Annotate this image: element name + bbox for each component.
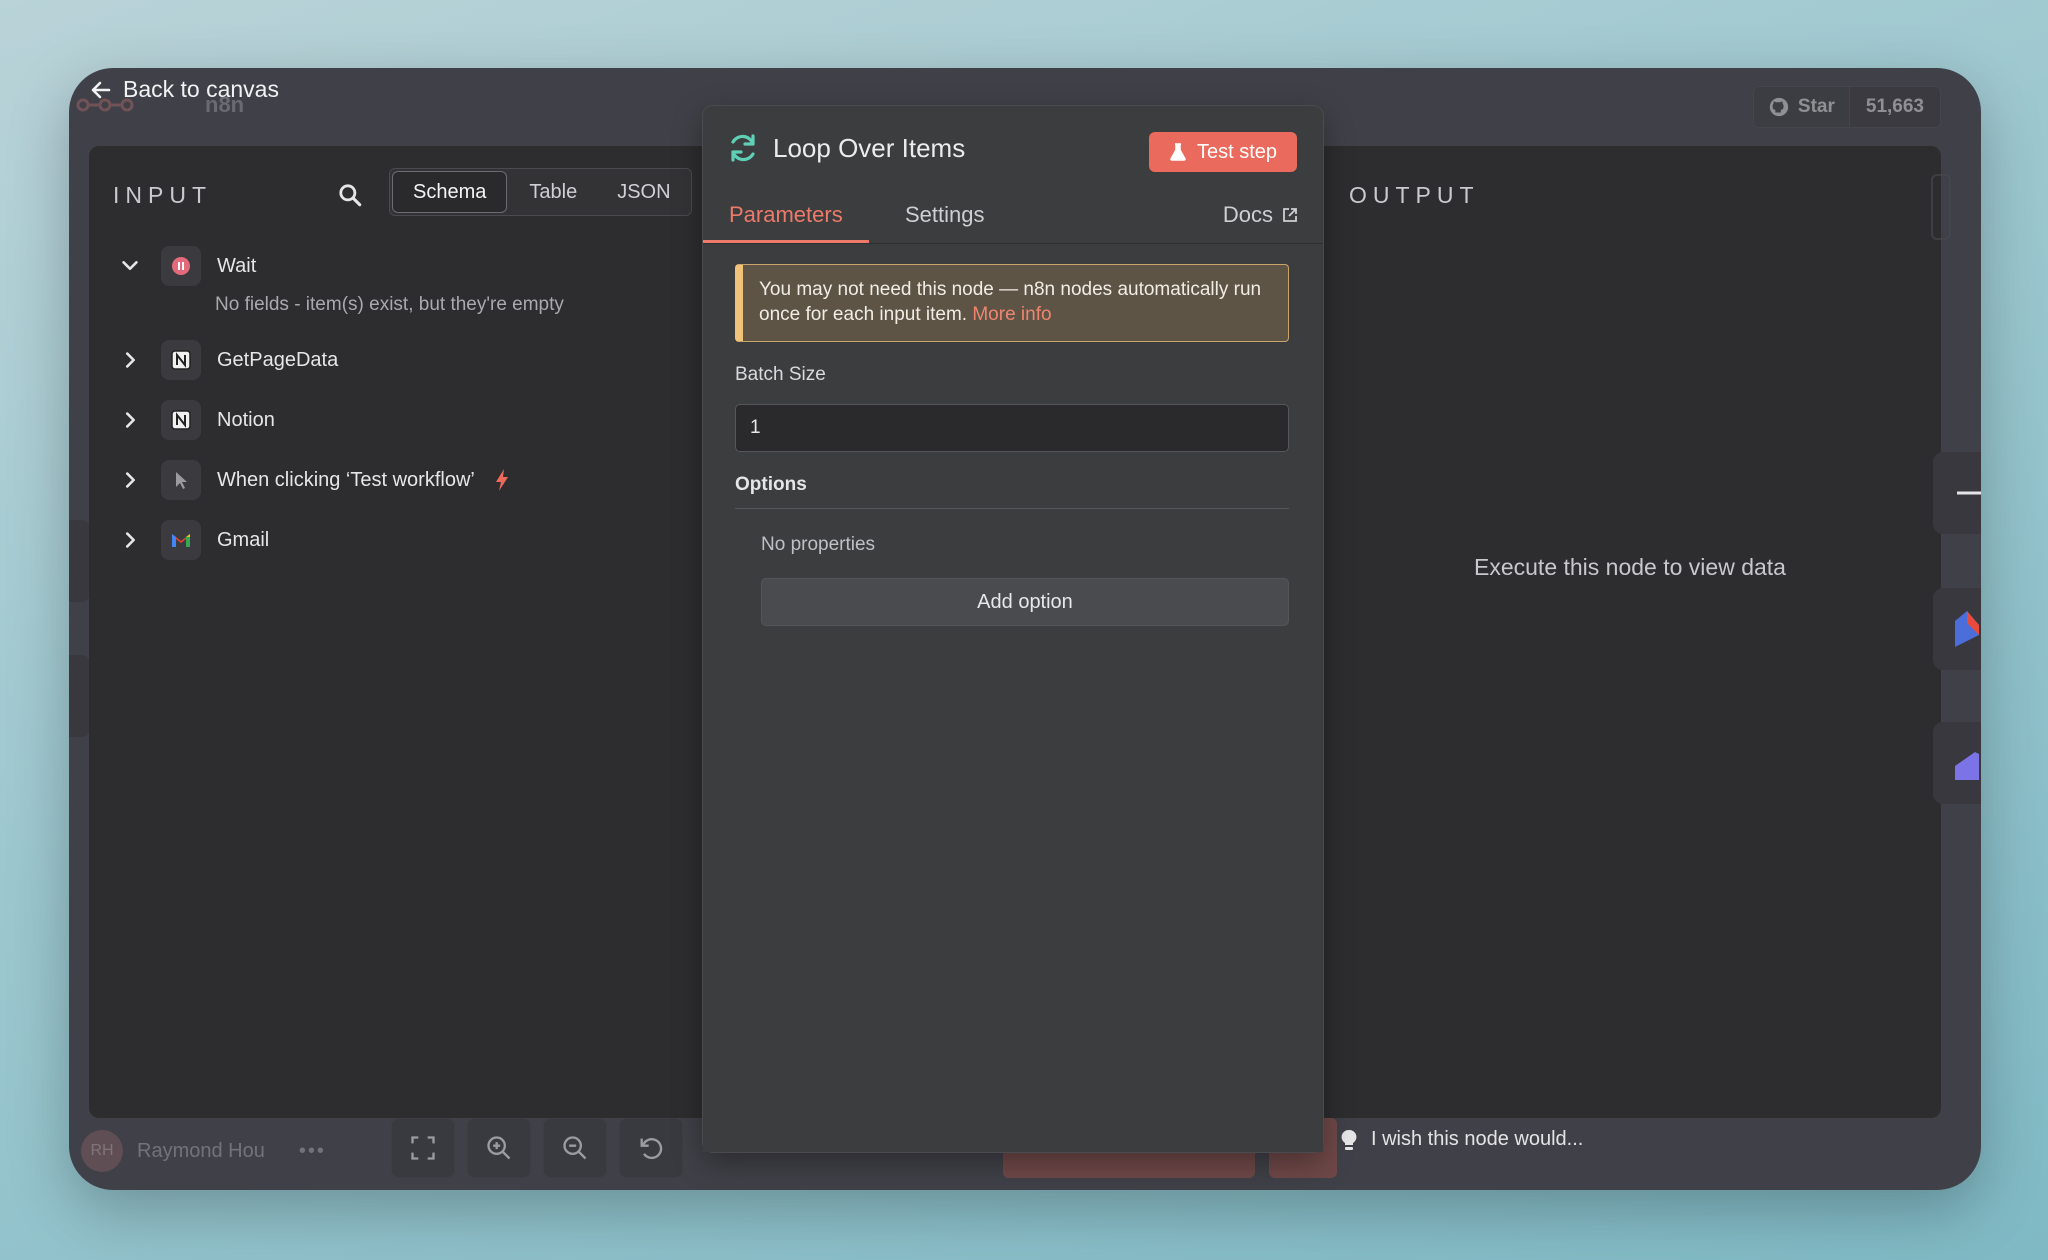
output-empty-message: Execute this node to view data (1474, 554, 1786, 580)
zoom-in-button[interactable] (467, 1118, 531, 1178)
ndv-window: n8n Back to canvas Star 51,663 INPUT Sch… (69, 68, 1981, 1190)
tree-node-gmail[interactable]: Gmail (119, 520, 699, 560)
chevron-right-icon[interactable] (119, 529, 141, 551)
options-label: Options (735, 474, 807, 495)
output-edge-handle (1931, 174, 1951, 240)
notion-icon (161, 400, 201, 440)
node-label: Notion (217, 408, 275, 431)
parameters-body: You may not need this node — n8n nodes a… (703, 244, 1323, 1152)
chevron-down-icon[interactable] (119, 255, 141, 277)
input-panel-title: INPUT (113, 182, 212, 208)
user-menu[interactable]: RH Raymond Hou ••• (81, 1130, 326, 1172)
node-parameters-modal: Loop Over Items Test step Parameters Set… (703, 106, 1323, 1152)
test-step-label: Test step (1196, 140, 1277, 163)
add-option-button[interactable]: Add option (761, 578, 1289, 626)
user-name: Raymond Hou (137, 1139, 265, 1162)
left-edge-handle (69, 520, 91, 602)
feedback-link[interactable]: I wish this node would... (1341, 1128, 1583, 1151)
tab-json[interactable]: JSON (597, 169, 690, 215)
output-panel: OUTPUT Execute this node to view data (1319, 146, 1951, 1118)
node-label: Wait (217, 254, 257, 277)
node-label: Gmail (217, 528, 270, 551)
node-label: When clicking ‘Test workflow’ (217, 468, 475, 491)
zoom-to-fit-button[interactable] (391, 1118, 455, 1178)
batch-size-input[interactable] (735, 404, 1289, 452)
notion-icon (161, 340, 201, 380)
options-divider (735, 508, 1289, 509)
loop-notice-banner: You may not need this node — n8n nodes a… (735, 264, 1289, 342)
pause-icon (161, 246, 201, 286)
undo-icon (640, 1138, 663, 1160)
feedback-text: I wish this node would... (1371, 1128, 1584, 1150)
reset-zoom-button[interactable] (619, 1118, 683, 1178)
back-to-canvas-link[interactable]: Back to canvas (89, 76, 279, 103)
empty-fields-note: No fields - item(s) exist, but they're e… (215, 294, 564, 315)
back-label: Back to canvas (123, 76, 279, 102)
github-icon (1769, 97, 1789, 117)
pointer-icon (161, 460, 201, 500)
input-view-tabs: Schema Table JSON (389, 168, 692, 216)
tree-node-manual-trigger[interactable]: When clicking ‘Test workflow’ (119, 460, 699, 500)
test-step-button[interactable]: Test step (1148, 132, 1297, 172)
plus-icon (1957, 491, 1981, 495)
fullscreen-icon (411, 1136, 435, 1160)
github-star-button[interactable]: Star (1753, 87, 1849, 127)
tab-settings[interactable]: Settings (905, 202, 985, 228)
zoom-in-icon (487, 1136, 511, 1160)
more-options-icon[interactable]: ••• (299, 1140, 326, 1163)
tree-node-wait[interactable]: Wait (119, 246, 699, 286)
left-edge-handle-2 (69, 655, 91, 737)
node-title[interactable]: Loop Over Items (773, 133, 965, 164)
lightning-icon (495, 469, 508, 491)
zoom-out-icon (563, 1136, 587, 1160)
zoom-out-button[interactable] (543, 1118, 607, 1178)
node-label: GetPageData (217, 348, 339, 371)
arrow-left-icon (91, 81, 111, 98)
no-properties-text: No properties (761, 534, 876, 555)
loop-icon (731, 134, 755, 162)
github-star-count: 51,663 (1848, 87, 1940, 127)
external-link-icon (1283, 208, 1297, 222)
modal-tabs: Parameters Settings Docs (703, 188, 1323, 244)
node-shape-icon (1955, 611, 1979, 647)
more-info-link[interactable]: More info (972, 304, 1051, 325)
chevron-right-icon[interactable] (119, 349, 141, 371)
flask-icon (1170, 143, 1186, 161)
search-icon[interactable] (337, 182, 363, 208)
sticky-note-icon (1955, 752, 1979, 780)
tree-node-notion[interactable]: Notion (119, 400, 699, 440)
docs-label: Docs (1222, 202, 1273, 227)
tab-schema[interactable]: Schema (392, 171, 508, 213)
github-star-label: Star (1797, 96, 1835, 117)
lightbulb-icon (1341, 1129, 1357, 1150)
chevron-right-icon[interactable] (119, 469, 141, 491)
right-toolbar-sticky (1933, 722, 1981, 804)
tree-node-getpagedata[interactable]: GetPageData (119, 340, 699, 380)
modal-header: Loop Over Items (727, 132, 965, 164)
github-star-widget[interactable]: Star 51,663 (1752, 86, 1941, 128)
tab-table[interactable]: Table (509, 169, 597, 215)
batch-size-label: Batch Size (735, 364, 826, 385)
chevron-right-icon[interactable] (119, 409, 141, 431)
tab-docs[interactable]: Docs (1223, 202, 1299, 228)
output-panel-title: OUTPUT (1349, 182, 1480, 208)
input-panel: INPUT Schema Table JSON Wait No fields -… (89, 146, 717, 1118)
input-node-tree: Wait No fields - item(s) exist, but they… (119, 246, 699, 580)
right-toolbar-handle (1933, 452, 1981, 534)
avatar: RH (81, 1130, 123, 1172)
tab-parameters[interactable]: Parameters (703, 202, 869, 243)
gmail-icon (161, 520, 201, 560)
right-toolbar-node (1933, 588, 1981, 670)
